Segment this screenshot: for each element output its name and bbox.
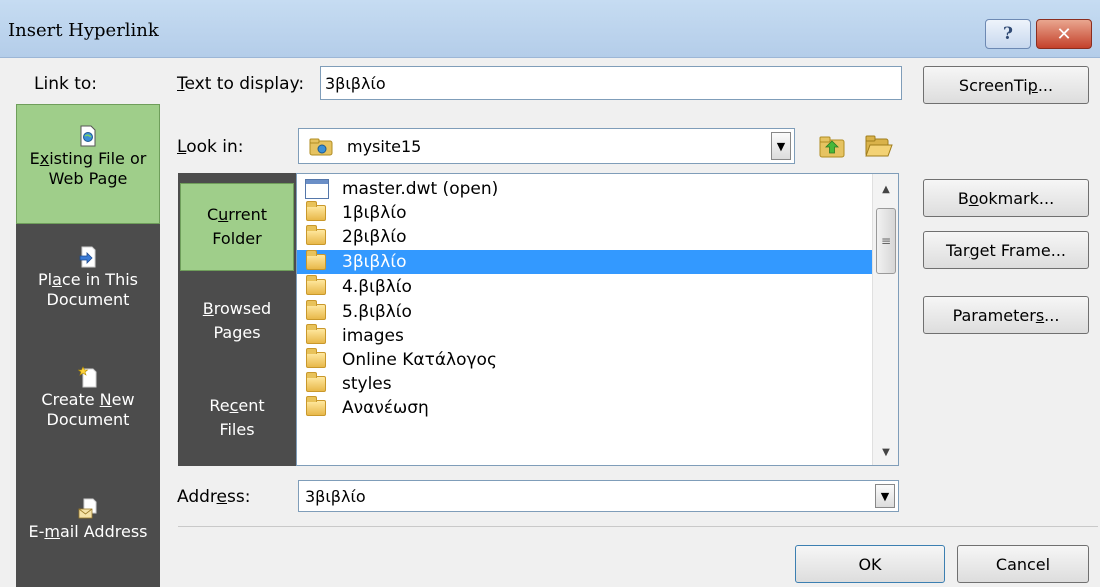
up-one-folder-button[interactable] <box>815 129 849 163</box>
target-frame-button[interactable]: Tar g et Frame... <box>923 231 1089 269</box>
folder-icon <box>306 324 326 344</box>
address-dropdown-arrow[interactable]: ▼ <box>875 484 895 508</box>
link-to-bar: Existing File or Web Page Place in This … <box>16 104 160 587</box>
dwt-file-icon <box>305 179 329 199</box>
browse-folder-button[interactable] <box>862 129 896 163</box>
list-item[interactable]: 2βιβλίο <box>297 225 872 249</box>
scroll-down-button[interactable]: ▼ <box>873 440 898 464</box>
folder-icon <box>306 225 326 245</box>
bookmark-button[interactable]: Bo okmark... <box>923 179 1089 217</box>
list-item[interactable]: 5.βιβλίο <box>297 300 872 324</box>
current-folder-tab[interactable]: Current Folder <box>180 183 294 271</box>
close-button[interactable]: ✕ <box>1036 19 1092 49</box>
window-title: Insert Hyperlink <box>8 20 159 41</box>
list-item[interactable]: 1βιβλίο <box>297 201 872 225</box>
list-item-selected[interactable]: 3βιβλίο <box>297 250 872 274</box>
list-item[interactable]: images <box>297 324 872 348</box>
ok-button[interactable]: OK <box>795 545 945 583</box>
list-item[interactable]: Ανανέωση <box>297 396 872 420</box>
scroll-thumb[interactable]: ≡ <box>876 208 896 274</box>
folder-icon <box>306 348 326 368</box>
look-in-label: Look in: <box>177 137 244 157</box>
look-in-dropdown-arrow[interactable]: ▼ <box>771 132 791 160</box>
list-item[interactable]: styles <box>297 372 872 396</box>
chevron-down-icon: ▼ <box>776 139 786 153</box>
list-item[interactable]: 4.βιβλίο <box>297 275 872 299</box>
text-to-display-label: Text to display: <box>177 74 305 94</box>
link-existing-file[interactable]: Existing File or Web Page <box>16 104 160 224</box>
open-folder-icon <box>865 135 893 157</box>
up-folder-icon <box>819 136 845 158</box>
divider <box>178 526 1098 527</box>
chevron-up-icon: ▲ <box>882 183 890 195</box>
address-input[interactable]: 3βιβλίο ▼ <box>298 480 899 512</box>
chevron-down-icon: ▼ <box>882 446 890 458</box>
folder-icon <box>306 275 326 295</box>
screentip-button[interactable]: ScreenTi p... <box>923 66 1089 104</box>
cancel-button[interactable]: Cancel <box>957 545 1089 583</box>
title-bar: Insert Hyperlink ? ✕ <box>0 0 1100 58</box>
file-list-scrollbar[interactable]: ▲ ≡ ▼ <box>872 174 898 465</box>
document-place-icon <box>79 246 96 268</box>
close-icon: ✕ <box>1056 23 1072 45</box>
address-label: Address: <box>177 487 251 507</box>
parameters-button[interactable]: Parameter s... <box>923 296 1089 334</box>
link-create-new-document[interactable]: Create New Document <box>16 366 160 456</box>
link-to-label: Link to: <box>34 74 98 94</box>
list-item[interactable]: Online Κατάλογος <box>297 348 872 372</box>
look-in-dropdown[interactable]: mysite15 ▼ <box>298 128 795 164</box>
link-place-in-document[interactable]: Place in This Document <box>16 246 160 336</box>
folder-icon <box>306 396 326 416</box>
file-list[interactable]: master.dwt (open) 1βιβλίο 2βιβλίο 3βιβλί… <box>296 173 899 466</box>
help-button[interactable]: ? <box>985 19 1031 49</box>
chevron-down-icon: ▼ <box>880 489 890 503</box>
scroll-up-button[interactable]: ▲ <box>873 177 898 201</box>
list-item[interactable]: master.dwt (open) <box>297 177 872 201</box>
new-document-icon <box>78 366 97 388</box>
folder-icon <box>306 372 326 392</box>
text-to-display-input[interactable]: 3βιβλίο <box>320 66 902 100</box>
grip-icon: ≡ <box>880 234 892 248</box>
folder-icon <box>306 300 326 320</box>
folder-icon <box>306 201 326 221</box>
site-folder-icon <box>309 138 333 156</box>
link-email-address[interactable]: E-mail Address <box>16 498 160 568</box>
browsed-pages-tab[interactable]: Browsed Pages <box>178 297 296 357</box>
look-in-side-frame: Current Folder Browsed Pages Recent File… <box>178 173 296 466</box>
web-page-icon <box>80 125 96 147</box>
folder-icon <box>306 250 326 270</box>
email-address-icon <box>78 498 97 519</box>
recent-files-tab[interactable]: Recent Files <box>178 394 296 454</box>
help-icon: ? <box>1003 24 1013 44</box>
